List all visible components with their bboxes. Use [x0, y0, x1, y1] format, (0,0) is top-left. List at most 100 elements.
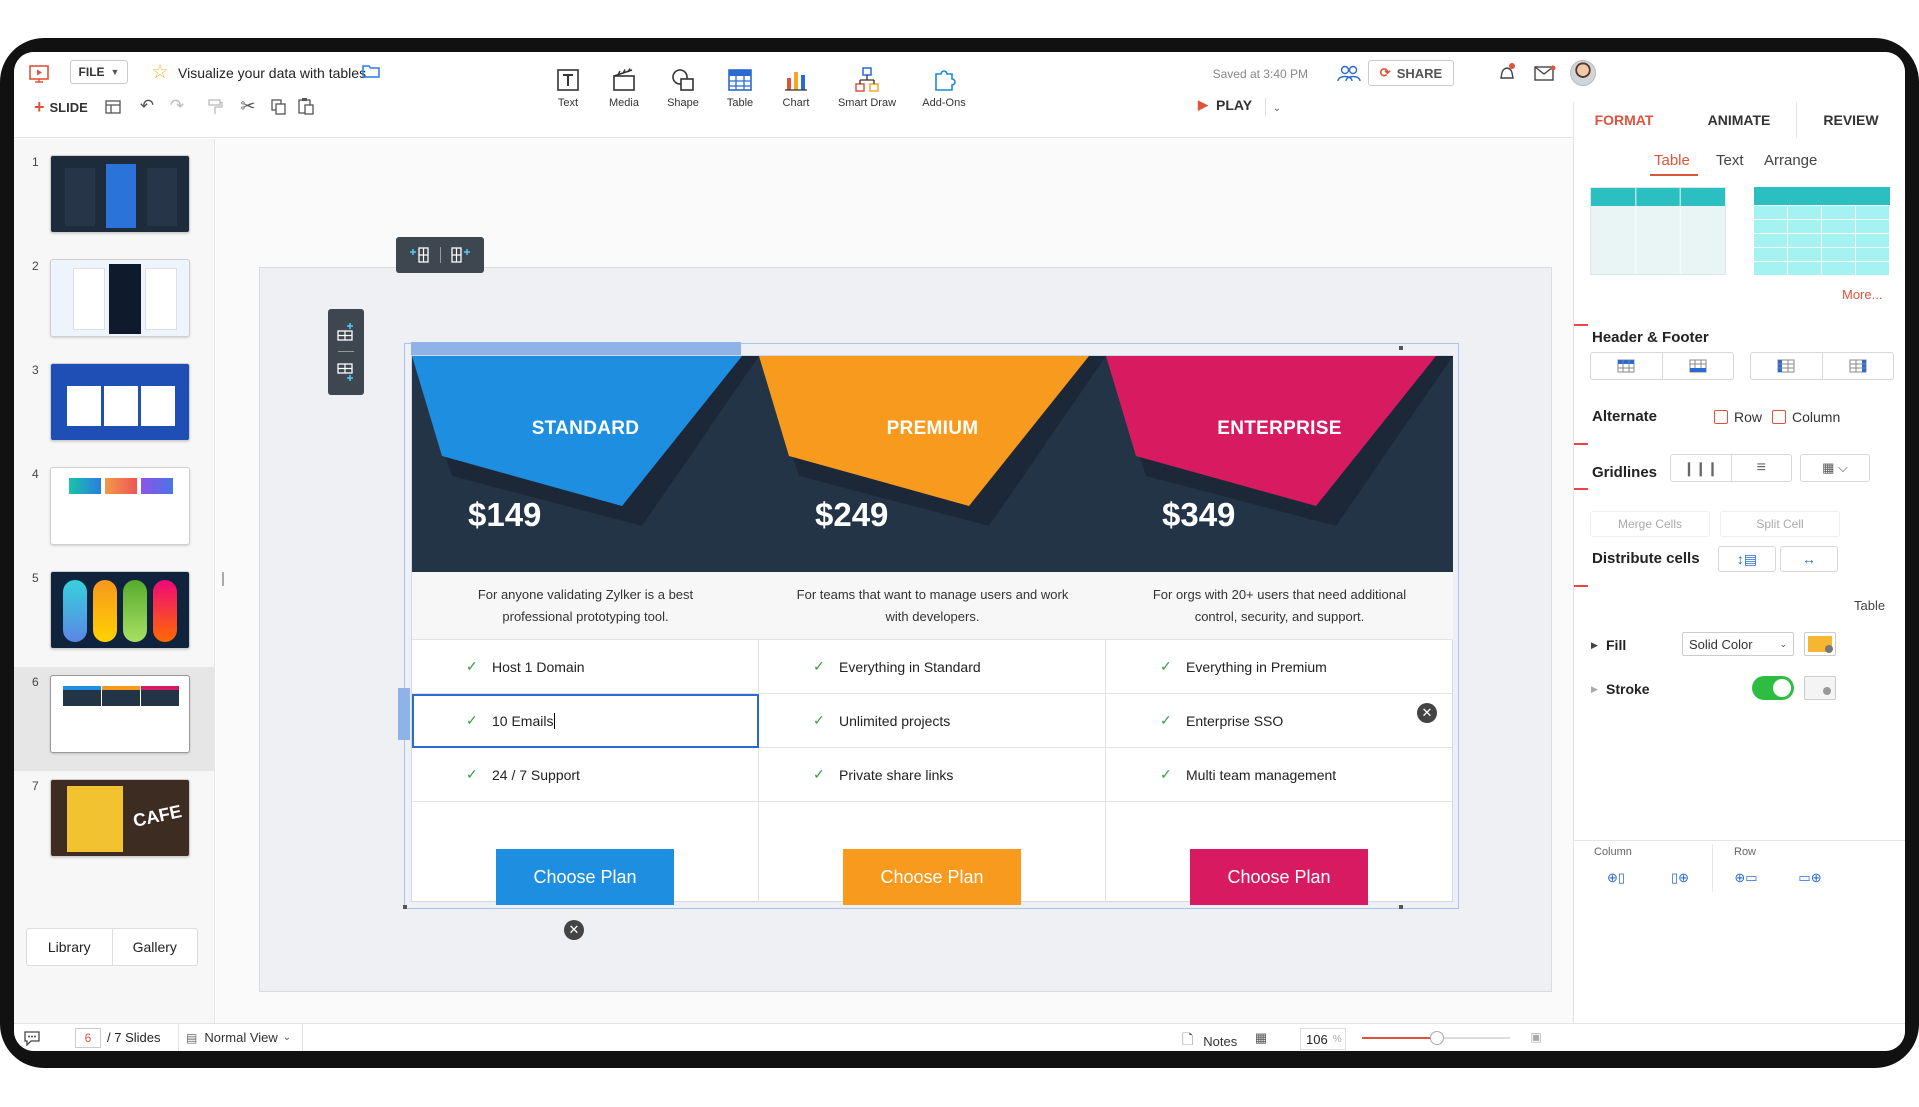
first-column-button[interactable] — [1751, 353, 1823, 379]
delete-row-close-icon[interactable]: ✕ — [1417, 703, 1437, 723]
alternate-column-checkbox[interactable] — [1772, 410, 1786, 424]
insert-row-above-icon[interactable] — [335, 321, 357, 343]
last-column-button[interactable] — [1823, 353, 1894, 379]
smart-draw-tool[interactable]: Smart Draw — [832, 66, 902, 109]
stroke-toggle[interactable] — [1752, 676, 1794, 700]
fill-type-select[interactable]: Solid Color ⌄ — [1682, 632, 1794, 656]
tab-animate[interactable]: ANIMATE — [1684, 102, 1794, 138]
fit-slide-icon[interactable]: ▦ — [1252, 1029, 1270, 1047]
play-button[interactable]: ▶ PLAY — [1198, 97, 1252, 113]
table-style-teal[interactable] — [1590, 187, 1726, 275]
plan-header-cell[interactable]: PREMIUM $249 — [759, 356, 1106, 572]
notes-button[interactable]: 🗋 Notes — [1182, 1029, 1237, 1051]
insert-column-right-icon[interactable] — [450, 244, 472, 266]
chat-icon[interactable] — [22, 1028, 42, 1048]
insert-row-above-icon[interactable]: ⊕▭ — [1734, 868, 1758, 888]
file-menu[interactable]: FILE ▼ — [70, 60, 128, 84]
plan-feature-cell[interactable]: ✓ Multi team management — [1106, 748, 1453, 802]
merge-cells-button[interactable]: Merge Cells — [1590, 511, 1710, 537]
plan-description[interactable]: For teams that want to manage users and … — [759, 572, 1106, 640]
more-styles-link[interactable]: More... — [1842, 287, 1882, 302]
gallery-tab[interactable]: Gallery — [113, 929, 198, 965]
format-painter-icon[interactable] — [206, 98, 224, 116]
tab-format[interactable]: FORMAT — [1574, 102, 1674, 138]
plan-feature-cell[interactable]: ✓ Enterprise SSO — [1106, 694, 1453, 748]
fill-expand-arrow-icon[interactable]: ▶ — [1591, 640, 1598, 651]
plan-feature-cell[interactable]: ✓ Host 1 Domain — [412, 640, 759, 694]
slide-thumb-6[interactable]: 6 — [14, 667, 215, 771]
undo-icon[interactable]: ↶ — [138, 96, 156, 115]
app-logo-icon[interactable] — [28, 64, 50, 84]
paste-icon[interactable] — [297, 97, 315, 115]
fullscreen-icon[interactable]: ▣ — [1528, 1029, 1544, 1045]
slide-thumb-7[interactable]: 7 CAFE — [14, 771, 215, 875]
folder-icon[interactable] — [362, 64, 380, 78]
zoom-input[interactable]: 106 % — [1300, 1028, 1346, 1050]
plan-description[interactable]: For anyone validating Zylker is a best p… — [412, 572, 759, 640]
column-selector-bar[interactable] — [411, 342, 741, 355]
slide-thumb-5[interactable]: 5 — [14, 563, 215, 667]
insert-column-left-icon[interactable] — [409, 244, 431, 266]
plan-feature-cell[interactable]: ✓ Private share links — [759, 748, 1106, 802]
slide-thumb-2[interactable]: 2 — [14, 251, 215, 355]
library-tab[interactable]: Library — [27, 929, 113, 965]
tab-review[interactable]: REVIEW — [1796, 102, 1905, 138]
view-mode-dropdown[interactable]: ▤ Normal View ⌄ — [186, 1030, 291, 1045]
alternate-row-checkbox[interactable] — [1714, 410, 1728, 424]
notification-bell-icon[interactable] — [1495, 61, 1519, 85]
copy-icon[interactable] — [270, 98, 288, 116]
delete-column-close-icon[interactable]: ✕ — [564, 920, 584, 940]
collaborators-icon[interactable] — [1337, 63, 1361, 83]
insert-row-below-icon[interactable]: ▭⊕ — [1798, 868, 1822, 888]
choose-plan-button[interactable]: Choose Plan — [496, 849, 674, 905]
user-avatar[interactable] — [1570, 60, 1596, 86]
split-cell-button[interactable]: Split Cell — [1720, 511, 1840, 537]
distribute-rows-button[interactable]: ↕▤ — [1718, 546, 1776, 572]
stroke-color-swatch[interactable] — [1804, 676, 1836, 700]
resize-handle[interactable] — [403, 905, 407, 909]
horizontal-gridlines-button[interactable]: ≡ — [1732, 455, 1792, 481]
document-title[interactable]: Visualize your data with tables — [178, 65, 366, 81]
slide-thumb-4[interactable]: 4 — [14, 459, 215, 563]
header-row-button[interactable] — [1591, 353, 1663, 379]
border-style-dropdown[interactable]: ▦ ⌵ — [1800, 454, 1870, 482]
choose-plan-button[interactable]: Choose Plan — [843, 849, 1021, 905]
stroke-expand-arrow-icon[interactable]: ▶ — [1591, 684, 1598, 695]
mail-icon[interactable] — [1533, 63, 1557, 83]
insert-column-right-icon[interactable]: ▯⊕ — [1668, 868, 1692, 888]
footer-row-button[interactable] — [1663, 353, 1734, 379]
subtab-text[interactable]: Text — [1716, 152, 1744, 169]
row-selector-bar[interactable] — [398, 688, 410, 740]
chart-tool[interactable]: Chart — [761, 66, 831, 109]
plan-description[interactable]: For orgs with 20+ users that need additi… — [1106, 572, 1453, 640]
plan-header-cell[interactable]: STANDARD $149 — [412, 356, 759, 572]
vertical-gridlines-button[interactable]: ❙❙❙ — [1671, 455, 1732, 481]
plan-feature-cell[interactable]: ✓ Unlimited projects — [759, 694, 1106, 748]
plan-feature-cell[interactable]: ✓ Everything in Premium — [1106, 640, 1453, 694]
insert-row-below-icon[interactable] — [335, 361, 357, 383]
layout-icon[interactable] — [104, 99, 122, 115]
play-options-chevron-icon[interactable]: ⌄ — [1269, 100, 1285, 116]
share-button[interactable]: ⟳ SHARE — [1368, 60, 1454, 86]
cut-icon[interactable]: ✂ — [238, 96, 258, 116]
choose-plan-button[interactable]: Choose Plan — [1190, 849, 1368, 905]
distribute-columns-button[interactable]: ↔ — [1780, 546, 1838, 572]
zoom-slider-thumb[interactable] — [1430, 1031, 1444, 1045]
current-slide-input[interactable]: 6 — [75, 1028, 101, 1048]
plan-feature-cell[interactable]: ✓ 10 Emails — [412, 694, 759, 748]
panel-resize-handle[interactable] — [222, 572, 224, 586]
subtab-table[interactable]: Table — [1654, 152, 1690, 169]
pricing-table[interactable]: STANDARD $149 For anyone validating Zylker… — [411, 355, 1453, 905]
redo-icon[interactable]: ↷ — [168, 96, 186, 115]
subtab-arrange[interactable]: Arrange — [1764, 152, 1817, 169]
zoom-slider[interactable] — [1362, 1031, 1510, 1045]
add-ons-tool[interactable]: Add-Ons — [909, 66, 979, 109]
plan-header-cell[interactable]: ENTERPRISE $349 — [1106, 356, 1453, 572]
fill-color-swatch[interactable] — [1804, 632, 1836, 656]
resize-handle[interactable] — [1399, 905, 1403, 909]
resize-handle[interactable] — [1399, 346, 1403, 350]
insert-column-left-icon[interactable]: ⊕▯ — [1604, 868, 1628, 888]
slide-thumb-3[interactable]: 3 — [14, 355, 215, 459]
table-style-cyan[interactable] — [1754, 187, 1890, 275]
star-icon[interactable]: ☆ — [150, 62, 170, 83]
